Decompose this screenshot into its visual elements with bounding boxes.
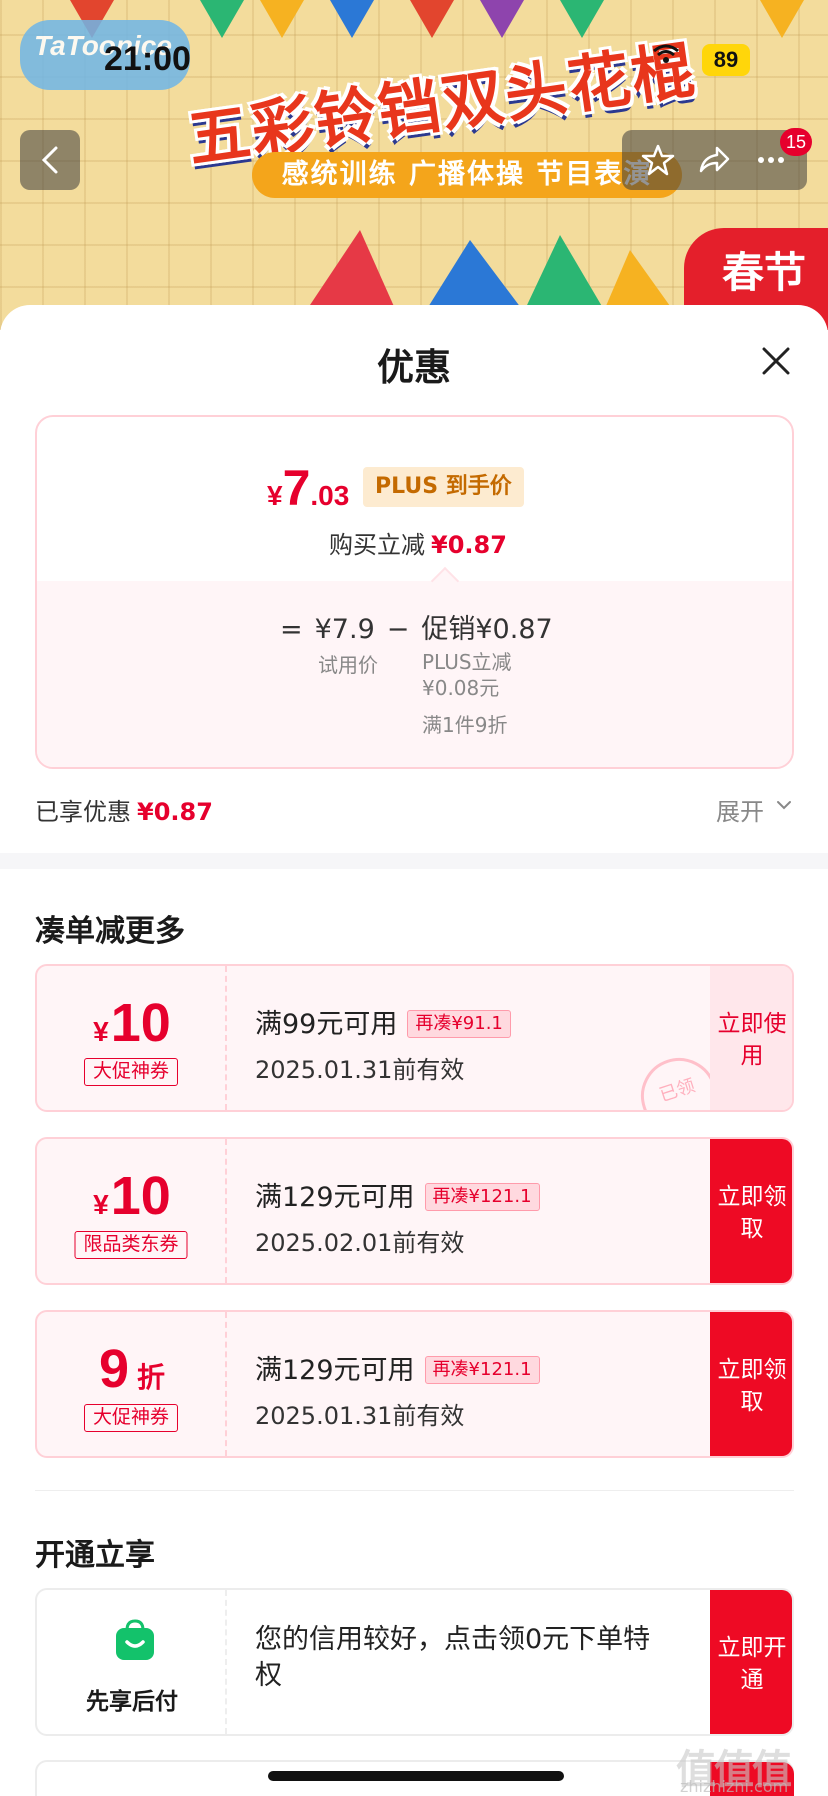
coupon-value-area: 9折 大促神券 — [37, 1312, 227, 1456]
banner-subtitle: 感统训练 广播体操 节目表演 — [252, 152, 682, 198]
bunting-flag — [260, 0, 304, 38]
coupon-unit: 折 — [137, 1362, 166, 1393]
coupon-type-tag: 大促神券 — [83, 1058, 179, 1086]
trial-price-label: 试用价 — [318, 653, 378, 677]
claim-coupon-button[interactable]: 立即领取 — [710, 1139, 792, 1283]
chevron-left-icon — [41, 146, 58, 174]
coupon-amount-number: 10 — [110, 1166, 171, 1226]
final-price-currency: ¥ — [267, 480, 283, 511]
discount-rule: 满1件9折 — [422, 713, 508, 737]
battery-indicator: 89 — [702, 44, 750, 76]
bunting-flag — [480, 0, 524, 38]
section-divider — [0, 853, 828, 869]
trial-price: ¥7.9 — [314, 614, 375, 645]
coupon-currency: ¥ — [93, 1016, 109, 1047]
coupon-card: ¥10 大促神券 满99元可用 再凑¥91.1 2025.01.31前有效 已领 … — [35, 964, 794, 1112]
credit-pay-name: 先享后付 — [86, 1689, 178, 1715]
minus-sign: − — [386, 614, 410, 645]
shopping-bag-icon — [116, 1619, 154, 1660]
enjoyed-value: ¥0.87 — [137, 798, 213, 826]
coupon-currency: ¥ — [93, 1189, 109, 1220]
coupon-amount-number: 9 — [98, 1339, 130, 1399]
corner-promo-text: 春节 — [722, 248, 807, 297]
enjoyed-discount: 已享优惠 ¥0.87 — [35, 792, 213, 827]
bundle-section-title: 凑单减更多 — [35, 914, 185, 949]
price-formula: = ¥7.9− 促销¥0.87 — [280, 607, 565, 646]
final-price: ¥7.03 — [267, 459, 349, 517]
divider — [35, 1490, 794, 1491]
plus-reduce-detail: PLUS立减¥0.08元 — [422, 650, 512, 700]
credit-logo-area: 先享后付 — [37, 1590, 227, 1734]
coupon-amount: ¥10 — [37, 1165, 227, 1227]
claim-coupon-button[interactable]: 立即领取 — [710, 1312, 792, 1456]
coupon-condition-text: 满129元可用 — [255, 1355, 415, 1386]
credit-pay-description: 您的信用较好，点击领0元下单特权 — [255, 1624, 651, 1691]
coupon-condition-text: 满99元可用 — [255, 1009, 398, 1040]
final-price-decimal: .03 — [310, 480, 350, 511]
coupon-amount: 9折 — [37, 1338, 227, 1400]
bunting-flag — [410, 0, 454, 38]
message-count-badge: 15 — [780, 128, 813, 156]
bunting-flag — [200, 0, 244, 38]
buy-reduce-value: ¥0.87 — [431, 531, 507, 559]
promo-reduce: 促销¥0.87 — [421, 614, 553, 645]
coupon-type-tag: 大促神券 — [83, 1404, 179, 1432]
coupon-validity: 2025.01.31前有效 — [255, 1402, 465, 1430]
chevron-down-icon[interactable] — [776, 797, 792, 813]
share-icon[interactable] — [697, 143, 731, 177]
coupon-condition-text: 满129元可用 — [255, 1182, 415, 1213]
close-icon[interactable] — [756, 341, 796, 381]
star-icon[interactable] — [641, 143, 675, 177]
use-coupon-button[interactable]: 立即使用 — [710, 966, 792, 1110]
credit-pay-card: 先享后付 您的信用较好，点击领0元下单特权 立即开通 — [35, 1588, 794, 1736]
status-time: 21:00 — [104, 40, 191, 78]
final-price-integer: 7 — [282, 460, 311, 516]
buy-reduce-label: 购买立减 — [329, 531, 425, 559]
coupon-gap-tag: 再凑¥91.1 — [407, 1010, 511, 1038]
price-breakdown-card: ¥7.03 PLUS 到手价 购买立减 ¥0.87 = ¥7.9− 促销¥0.87 试… — [35, 415, 794, 769]
coupon-condition: 满99元可用 再凑¥91.1 — [255, 1002, 511, 1041]
equals-sign: = — [280, 614, 303, 645]
coupon-value-area: ¥10 大促神券 — [37, 966, 227, 1110]
discount-sheet: 优惠 ¥7.03 PLUS 到手价 购买立减 ¥0.87 = ¥7.9− 促销¥0.8… — [0, 305, 828, 1796]
coupon-gap-tag: 再凑¥121.1 — [424, 1183, 540, 1211]
plus-price-tag: PLUS 到手价 — [363, 467, 524, 507]
coupon-type-tag: 限品类东券 — [74, 1231, 188, 1259]
coupon-condition: 满129元可用 再凑¥121.1 — [255, 1175, 540, 1214]
open-section-title: 开通立享 — [35, 1538, 155, 1573]
coupon-amount-number: 10 — [110, 993, 171, 1053]
sheet-title: 优惠 — [377, 346, 451, 389]
enjoyed-label: 已享优惠 — [35, 798, 131, 826]
back-button[interactable] — [20, 130, 80, 190]
bunting-flag — [760, 0, 804, 38]
expand-toggle[interactable]: 展开 — [716, 792, 764, 827]
watermark-url: zhizhizhi.com — [680, 1777, 789, 1796]
coupon-card: ¥10 限品类东券 满129元可用 再凑¥121.1 2025.02.01前有效 … — [35, 1137, 794, 1285]
coupon-condition: 满129元可用 再凑¥121.1 — [255, 1348, 540, 1387]
coupon-validity: 2025.01.31前有效 — [255, 1056, 465, 1084]
home-indicator — [268, 1771, 564, 1781]
coupon-card: 9折 大促神券 满129元可用 再凑¥121.1 2025.01.31前有效 立即… — [35, 1310, 794, 1458]
buy-reduce: 购买立减 ¥0.87 — [329, 525, 507, 560]
coupon-value-area: ¥10 限品类东券 — [37, 1139, 227, 1283]
coupon-validity: 2025.02.01前有效 — [255, 1229, 465, 1257]
activate-button[interactable]: 立即开通 — [710, 1590, 792, 1734]
bunting-flag — [330, 0, 374, 38]
wifi-icon — [653, 44, 679, 63]
coupon-gap-tag: 再凑¥121.1 — [424, 1356, 540, 1384]
coupon-amount: ¥10 — [37, 992, 227, 1054]
